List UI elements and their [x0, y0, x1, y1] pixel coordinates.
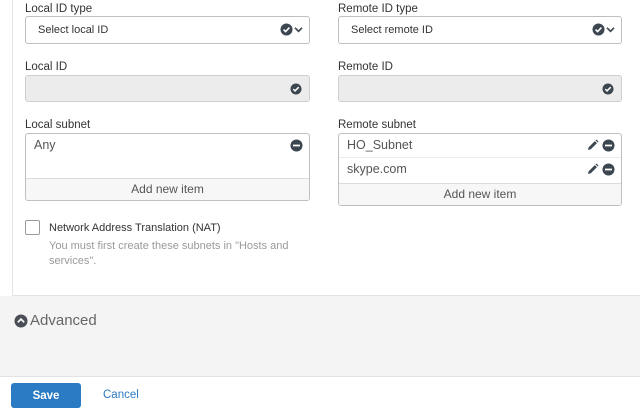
valid-dropdown-icon	[592, 23, 615, 36]
list-item: HO_Subnet	[339, 134, 621, 158]
edit-pencil-icon[interactable]	[586, 139, 599, 152]
remote-id-type-select[interactable]: Select remote ID	[338, 16, 622, 44]
valid-check-icon	[602, 83, 614, 98]
local-id-type-label: Local ID type	[25, 3, 93, 15]
save-button[interactable]: Save	[11, 383, 81, 408]
remote-id-label: Remote ID	[338, 61, 393, 73]
local-id-type-value: Select local ID	[38, 24, 109, 36]
cancel-button[interactable]: Cancel	[103, 389, 139, 401]
valid-check-icon	[290, 83, 302, 98]
nat-checkbox[interactable]	[25, 220, 40, 235]
remote-id-type-value: Select remote ID	[351, 24, 433, 36]
list-item-text: Any	[34, 138, 56, 152]
local-subnet-list: Any Add new item	[25, 133, 310, 201]
remote-subnet-list: HO_Subnet skype.com Add new item	[338, 133, 622, 206]
remote-subnet-label: Remote subnet	[338, 119, 416, 131]
remote-id-field	[338, 75, 622, 102]
list-item-text: HO_Subnet	[347, 138, 413, 152]
add-new-item-button[interactable]: Add new item	[339, 183, 621, 205]
remove-icon[interactable]	[602, 139, 615, 152]
local-id-type-select[interactable]: Select local ID	[25, 16, 310, 44]
valid-dropdown-icon	[280, 23, 303, 36]
add-new-item-button[interactable]: Add new item	[26, 178, 309, 200]
local-id-label: Local ID	[25, 61, 68, 73]
advanced-toggle[interactable]: Advanced	[14, 312, 97, 329]
chevron-up-circle-icon	[14, 314, 28, 327]
advanced-label: Advanced	[30, 312, 97, 329]
remove-icon[interactable]	[602, 163, 615, 176]
advanced-section	[0, 296, 640, 376]
edit-pencil-icon[interactable]	[586, 163, 599, 176]
list-item-text: skype.com	[347, 162, 407, 176]
local-subnet-label: Local subnet	[25, 119, 91, 131]
remove-icon[interactable]	[290, 139, 303, 152]
list-item: skype.com	[339, 158, 621, 182]
footer-bar	[0, 376, 640, 415]
nat-label: Network Address Translation (NAT)	[49, 222, 221, 234]
local-id-field	[25, 75, 310, 102]
list-item: Any	[26, 134, 309, 158]
remote-id-type-label: Remote ID type	[338, 3, 418, 15]
nat-help-text: You must first create these subnets in "…	[49, 240, 289, 267]
